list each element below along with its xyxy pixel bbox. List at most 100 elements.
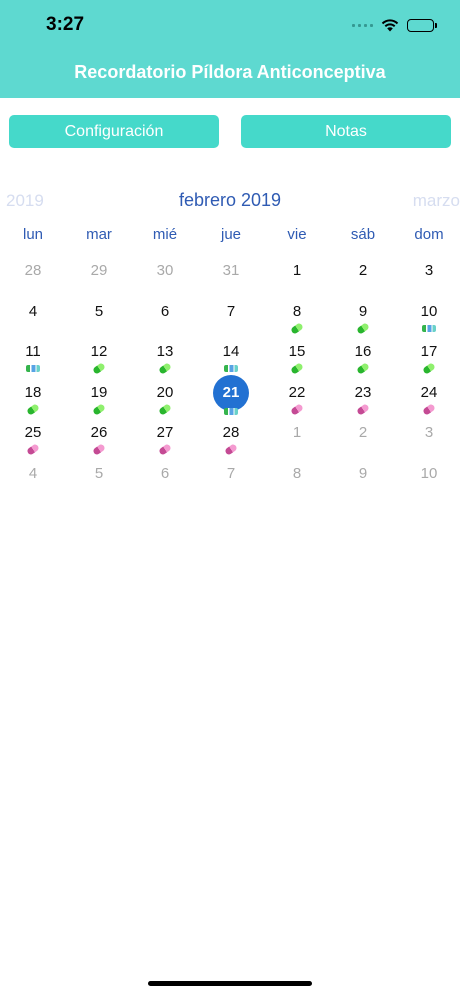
- calendar-day[interactable]: 6: [132, 299, 198, 339]
- day-number: 2: [358, 262, 368, 279]
- calendar-day[interactable]: 28: [0, 258, 66, 298]
- day-number: 12: [90, 343, 108, 360]
- day-number: 7: [226, 302, 236, 320]
- day-number: 30: [156, 262, 174, 279]
- notes-button[interactable]: Notas: [241, 115, 451, 148]
- calendar-day[interactable]: 13: [132, 339, 198, 379]
- day-number: 23: [354, 383, 372, 401]
- calendar-day[interactable]: 19: [66, 380, 132, 420]
- calendar-day[interactable]: 7: [198, 299, 264, 339]
- calendar-day[interactable]: 3: [396, 258, 460, 298]
- weekday-label: mar: [86, 226, 112, 243]
- weekday-label: mié: [152, 226, 178, 243]
- status-time: 3:27: [46, 14, 85, 35]
- calendar-day[interactable]: 24: [396, 380, 460, 420]
- calendar-day[interactable]: 18: [0, 380, 66, 420]
- calendar-day[interactable]: 25: [0, 420, 66, 460]
- calendar-day[interactable]: 31: [198, 258, 264, 298]
- weekday-label: sáb: [350, 226, 376, 243]
- calendar-day[interactable]: 28: [198, 420, 264, 460]
- calendar-day[interactable]: 29: [66, 258, 132, 298]
- calendar-day[interactable]: 11: [0, 339, 66, 379]
- battery-icon: [407, 18, 437, 32]
- calendar-day[interactable]: 10: [396, 461, 460, 501]
- day-number: 26: [90, 424, 108, 441]
- calendar-day-selected[interactable]: 21: [198, 374, 264, 420]
- calendar-day[interactable]: 2: [330, 420, 396, 460]
- pill-icon: [224, 365, 238, 372]
- day-number: 10: [420, 302, 438, 320]
- calendar-day[interactable]: 15: [264, 339, 330, 379]
- calendar-day[interactable]: 5: [66, 299, 132, 339]
- day-number: 16: [354, 343, 372, 360]
- calendar-day[interactable]: 8: [264, 461, 330, 501]
- calendar-day[interactable]: 23: [330, 380, 396, 420]
- day-number: 9: [358, 302, 368, 320]
- next-month[interactable]: marzo: [413, 191, 460, 211]
- day-number: 17: [420, 343, 438, 360]
- calendar-day[interactable]: 20: [132, 380, 198, 420]
- day-number: 27: [156, 424, 174, 441]
- weekday-header: lun mar mié jue vie sáb dom: [0, 226, 460, 246]
- day-number: 5: [94, 464, 104, 482]
- home-indicator[interactable]: [148, 981, 312, 986]
- calendar-day[interactable]: 8: [264, 299, 330, 339]
- day-number: 13: [156, 343, 174, 360]
- day-number: 6: [160, 302, 170, 320]
- calendar-day[interactable]: 16: [330, 339, 396, 379]
- day-number: 29: [90, 262, 108, 279]
- weekday-label: dom: [414, 226, 444, 243]
- day-number: 28: [222, 424, 240, 441]
- day-number: 31: [222, 262, 240, 279]
- pill-icon: [26, 365, 40, 372]
- day-number: 4: [28, 302, 38, 320]
- page-title: Recordatorio Píldora Anticonceptiva: [74, 62, 386, 82]
- calendar-day[interactable]: 5: [66, 461, 132, 501]
- day-number: 2: [358, 424, 368, 441]
- day-number: 22: [288, 383, 306, 401]
- day-number: 8: [292, 302, 302, 320]
- calendar-day[interactable]: 27: [132, 420, 198, 460]
- calendar-day[interactable]: 14: [198, 339, 264, 379]
- calendar-day[interactable]: 17: [396, 339, 460, 379]
- calendar-day[interactable]: 1: [264, 258, 330, 298]
- signal-icon: [352, 23, 373, 27]
- status-icons: [352, 16, 437, 34]
- calendar-day[interactable]: 9: [330, 461, 396, 501]
- calendar-day[interactable]: 2: [330, 258, 396, 298]
- day-number: 19: [90, 383, 108, 401]
- calendar-day[interactable]: 7: [198, 461, 264, 501]
- day-number: 28: [24, 262, 42, 279]
- weekday-label: lun: [22, 226, 44, 243]
- day-number: 1: [292, 424, 302, 441]
- current-month-title: febrero 2019: [178, 190, 282, 210]
- day-number: 3: [424, 262, 434, 279]
- calendar-day[interactable]: 12: [66, 339, 132, 379]
- calendar-day[interactable]: 30: [132, 258, 198, 298]
- day-number: 5: [94, 302, 104, 320]
- day-number: 18: [24, 383, 42, 401]
- app-header: 3:27 Recordatorio Píldora Anticonceptiva: [0, 0, 460, 98]
- calendar-day[interactable]: 4: [0, 299, 66, 339]
- calendar-day[interactable]: 9: [330, 299, 396, 339]
- day-number: 6: [160, 464, 170, 482]
- day-number: 10: [420, 464, 438, 482]
- calendar-day[interactable]: 26: [66, 420, 132, 460]
- weekday-label: vie: [287, 226, 307, 243]
- calendar-day[interactable]: 22: [264, 380, 330, 420]
- calendar-day[interactable]: 1: [264, 420, 330, 460]
- day-number: 1: [292, 262, 302, 279]
- configuration-button[interactable]: Configuración: [9, 115, 219, 148]
- day-number: 8: [292, 464, 302, 482]
- day-number: 14: [222, 343, 240, 360]
- month-selector: 2019 febrero 2019 marzo: [0, 188, 460, 214]
- day-number: 20: [156, 383, 174, 401]
- calendar-day[interactable]: 10: [396, 299, 460, 339]
- day-number: 7: [226, 464, 236, 482]
- wifi-icon: [381, 19, 399, 32]
- calendar-day[interactable]: 6: [132, 461, 198, 501]
- calendar-day[interactable]: 3: [396, 420, 460, 460]
- calendar-day[interactable]: 4: [0, 461, 66, 501]
- day-number: 9: [358, 464, 368, 482]
- day-number: 25: [24, 424, 42, 441]
